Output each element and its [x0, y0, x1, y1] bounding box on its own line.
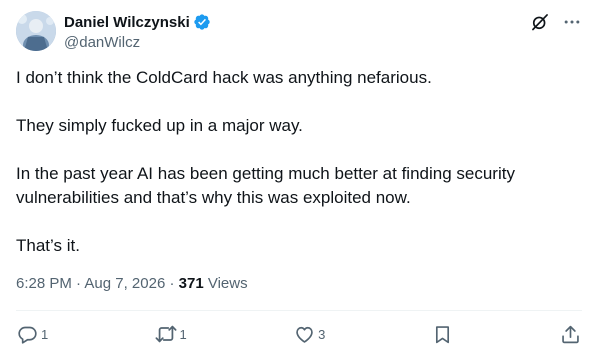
tweet-paragraph: They simply fucked up in a major way. — [16, 116, 303, 135]
views-label: Views — [207, 275, 248, 292]
meta-separator: · — [165, 275, 179, 292]
share-icon — [560, 323, 582, 345]
bookmark-button[interactable] — [432, 323, 454, 345]
tweet-paragraph: I don’t think the ColdCard hack was anyt… — [16, 68, 432, 87]
repost-button[interactable]: 1 — [155, 323, 187, 345]
author-info: Daniel Wilczynski @danWilcz — [64, 12, 211, 53]
bookmark-icon — [432, 323, 454, 345]
action-bar: 1 1 3 — [16, 320, 582, 348]
reply-icon — [16, 323, 38, 345]
reply-count: 1 — [41, 326, 49, 342]
display-name[interactable]: Daniel Wilczynski — [64, 14, 190, 31]
grok-icon[interactable] — [530, 12, 550, 32]
repost-count: 1 — [179, 326, 187, 342]
like-button[interactable]: 3 — [293, 323, 325, 345]
repost-icon — [155, 323, 177, 345]
meta-separator: · — [71, 275, 85, 292]
tweet-paragraph: In the past year AI has been getting muc… — [16, 164, 515, 207]
tweet-paragraph: That’s it. — [16, 236, 80, 255]
tweet-meta: 6:28 PM · Aug 7, 2026 · 371 Views — [16, 274, 248, 294]
tweet-time[interactable]: 6:28 PM — [16, 275, 72, 292]
verified-badge-icon — [193, 13, 211, 31]
reply-button[interactable]: 1 — [16, 323, 48, 345]
tweet: Daniel Wilczynski @danWilcz I don’t thin… — [0, 0, 598, 359]
like-count: 3 — [318, 326, 326, 342]
tweet-text: I don’t think the ColdCard hack was anyt… — [16, 66, 582, 258]
more-options-icon[interactable] — [562, 12, 582, 32]
heart-icon — [293, 323, 315, 345]
avatar-image — [16, 11, 56, 51]
views-count: 371 — [178, 275, 204, 292]
share-button[interactable] — [560, 323, 582, 345]
top-actions — [530, 12, 582, 32]
divider — [16, 310, 582, 311]
handle[interactable]: @danWilcz — [64, 33, 211, 53]
tweet-date[interactable]: Aug 7, 2026 — [84, 275, 165, 292]
avatar[interactable] — [16, 11, 56, 51]
